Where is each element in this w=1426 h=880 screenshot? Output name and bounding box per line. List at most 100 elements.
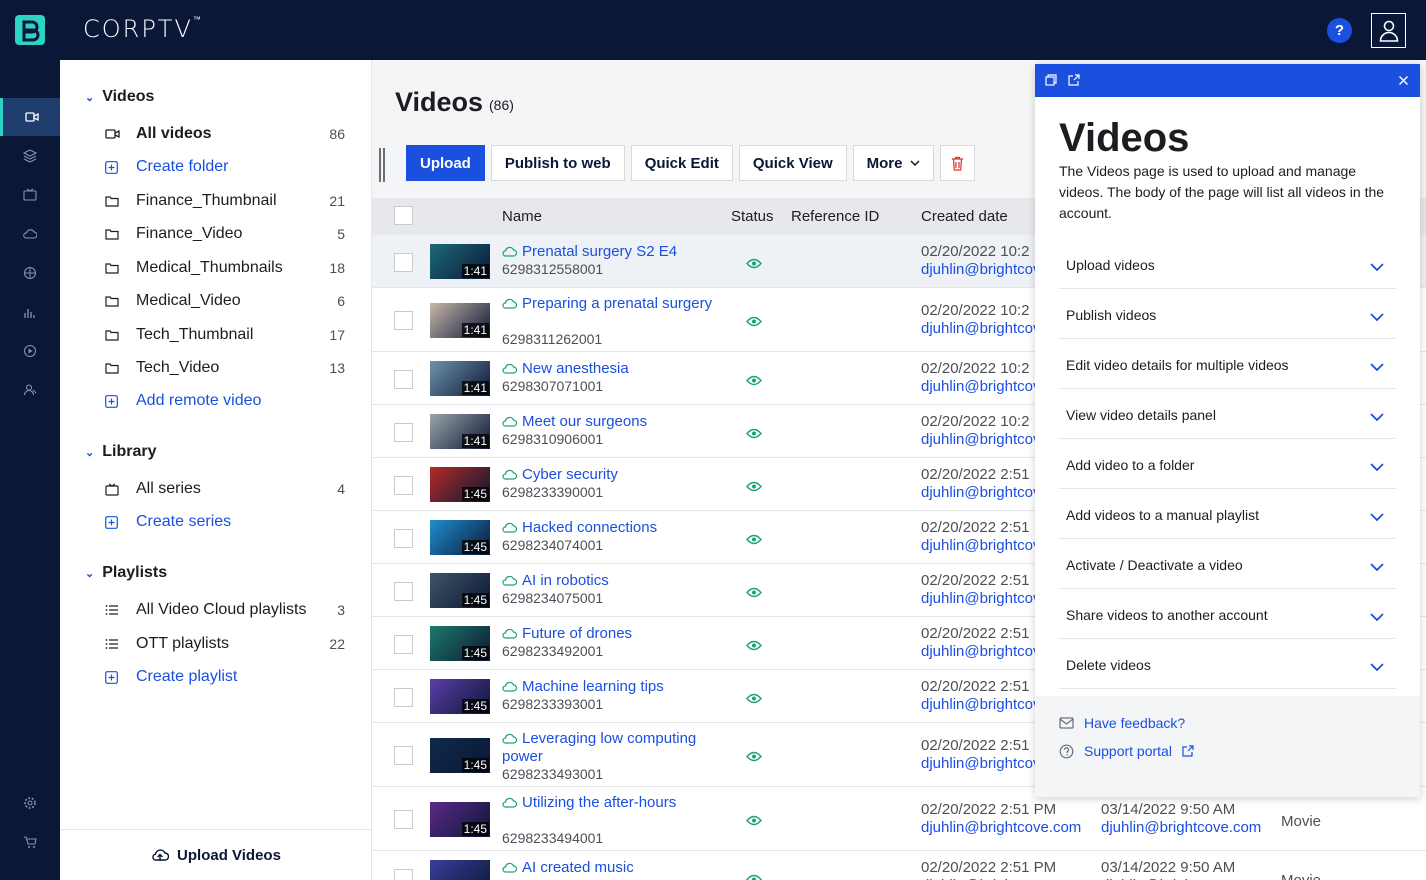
video-title-link[interactable]: Machine learning tips bbox=[502, 678, 717, 696]
more-dropdown[interactable]: More bbox=[852, 145, 935, 181]
create-folder-link[interactable]: Create folder bbox=[105, 155, 345, 179]
created-by-link[interactable]: djuhlin@brightcov bbox=[921, 261, 1040, 279]
video-thumbnail[interactable]: 1:45 bbox=[430, 738, 490, 773]
created-by-link[interactable]: djuhlin@brightcov bbox=[921, 484, 1040, 502]
created-by-link[interactable]: djuhlin@brightcov bbox=[921, 320, 1040, 338]
panel-resize-handle[interactable] bbox=[379, 148, 385, 182]
video-title-link[interactable]: Prenatal surgery S2 E4 bbox=[502, 243, 717, 261]
external-link-icon[interactable] bbox=[1068, 73, 1080, 91]
video-title-link[interactable]: New anesthesia bbox=[502, 360, 717, 378]
column-created-date[interactable]: Created date bbox=[921, 208, 1008, 225]
rail-media-icon[interactable] bbox=[0, 98, 60, 136]
rail-cart-icon[interactable] bbox=[0, 823, 60, 861]
brightcove-logo-icon[interactable] bbox=[0, 0, 60, 60]
video-thumbnail[interactable]: 1:45 bbox=[430, 520, 490, 555]
created-by-link[interactable]: djuhlin@brightcove.com bbox=[921, 819, 1081, 837]
sidebar-folder-finance-video[interactable]: Finance_Video 5 bbox=[105, 222, 345, 246]
window-icon[interactable] bbox=[1045, 73, 1057, 91]
row-checkbox[interactable] bbox=[394, 529, 413, 548]
row-checkbox[interactable] bbox=[394, 476, 413, 495]
video-title-link[interactable]: Leveraging low computing power bbox=[502, 730, 717, 766]
publish-to-web-button[interactable]: Publish to web bbox=[490, 145, 625, 181]
row-checkbox[interactable] bbox=[394, 311, 413, 330]
video-thumbnail[interactable]: 1:45 bbox=[430, 860, 490, 880]
quick-edit-button[interactable]: Quick Edit bbox=[630, 145, 733, 181]
created-by-link[interactable]: djuhlin@brightcov bbox=[921, 696, 1040, 714]
help-section-item[interactable]: View video details panel bbox=[1059, 389, 1396, 439]
row-checkbox[interactable] bbox=[394, 370, 413, 389]
create-playlist-link[interactable]: Create playlist bbox=[105, 665, 345, 689]
video-thumbnail[interactable]: 1:45 bbox=[430, 467, 490, 502]
sidebar-item-all-video-cloud-playlists[interactable]: All Video Cloud playlists 3 bbox=[105, 598, 345, 622]
quick-view-button[interactable]: Quick View bbox=[738, 145, 847, 181]
column-name[interactable]: Name bbox=[502, 208, 542, 225]
row-checkbox[interactable] bbox=[394, 810, 413, 829]
created-by-link[interactable]: djuhlin@brightcov bbox=[921, 431, 1040, 449]
create-series-link[interactable]: Create series bbox=[105, 510, 345, 534]
video-title-link[interactable]: Preparing a prenatal surgery bbox=[502, 295, 717, 313]
sidebar-folder-tech-video[interactable]: Tech_Video 13 bbox=[105, 356, 345, 380]
column-reference-id[interactable]: Reference ID bbox=[791, 208, 879, 225]
delete-button[interactable] bbox=[940, 145, 976, 181]
rail-target-icon[interactable] bbox=[0, 254, 60, 292]
help-button[interactable]: ? bbox=[1327, 18, 1352, 43]
video-thumbnail[interactable]: 1:41 bbox=[430, 414, 490, 449]
video-title-link[interactable]: AI in robotics bbox=[502, 572, 717, 590]
help-section-item[interactable]: Delete videos bbox=[1059, 639, 1396, 689]
row-checkbox[interactable] bbox=[394, 688, 413, 707]
updated-by-link[interactable]: djuhlin@brightcove.com bbox=[1101, 819, 1261, 837]
rail-layers-icon[interactable] bbox=[0, 137, 60, 175]
rail-tv-icon[interactable] bbox=[0, 176, 60, 214]
rail-cloud-icon[interactable] bbox=[0, 215, 60, 253]
row-checkbox[interactable] bbox=[394, 746, 413, 765]
help-section-item[interactable]: Publish videos bbox=[1059, 289, 1396, 339]
video-thumbnail[interactable]: 1:45 bbox=[430, 679, 490, 714]
videos-section-header[interactable]: ⌄ Videos bbox=[85, 88, 154, 106]
select-all-checkbox[interactable] bbox=[394, 206, 413, 225]
sidebar-folder-medical-video[interactable]: Medical_Video 6 bbox=[105, 289, 345, 313]
video-thumbnail[interactable]: 1:45 bbox=[430, 626, 490, 661]
row-checkbox[interactable] bbox=[394, 423, 413, 442]
sidebar-folder-finance-thumbnail[interactable]: Finance_Thumbnail 21 bbox=[105, 189, 345, 213]
feedback-link[interactable]: Have feedback? bbox=[1059, 715, 1185, 731]
sidebar-folder-tech-thumbnail[interactable]: Tech_Thumbnail 17 bbox=[105, 323, 345, 347]
video-title-link[interactable]: Hacked connections bbox=[502, 519, 717, 537]
created-by-link[interactable]: djuhlin@brightcov bbox=[921, 378, 1040, 396]
video-title-link[interactable]: Meet our surgeons bbox=[502, 413, 717, 431]
help-section-item[interactable]: Share videos to another account bbox=[1059, 589, 1396, 639]
video-title-link[interactable]: Future of drones bbox=[502, 625, 717, 643]
sidebar-item-ott-playlists[interactable]: OTT playlists 22 bbox=[105, 632, 345, 656]
sidebar-item-all-series[interactable]: All series 4 bbox=[105, 477, 345, 501]
table-row[interactable]: 1:45AI created music629823416500102/20/2… bbox=[372, 851, 1426, 880]
rail-settings-icon[interactable] bbox=[0, 784, 60, 822]
video-thumbnail[interactable]: 1:45 bbox=[430, 802, 490, 837]
library-section-header[interactable]: ⌄ Library bbox=[85, 443, 156, 461]
video-title-link[interactable]: AI created music bbox=[502, 859, 717, 877]
created-by-link[interactable]: djuhlin@brightcov bbox=[921, 537, 1040, 555]
help-section-item[interactable]: Add video to a folder bbox=[1059, 439, 1396, 489]
help-section-item[interactable]: Edit video details for multiple videos bbox=[1059, 339, 1396, 389]
row-checkbox[interactable] bbox=[394, 253, 413, 272]
help-section-item[interactable]: Add videos to a manual playlist bbox=[1059, 489, 1396, 539]
video-thumbnail[interactable]: 1:41 bbox=[430, 361, 490, 396]
playlists-section-header[interactable]: ⌄ Playlists bbox=[85, 564, 167, 582]
rail-users-icon[interactable] bbox=[0, 371, 60, 409]
row-checkbox[interactable] bbox=[394, 635, 413, 654]
created-by-link[interactable]: djuhlin@brightcov bbox=[921, 590, 1040, 608]
column-status[interactable]: Status bbox=[731, 208, 774, 225]
upload-button[interactable]: Upload bbox=[406, 145, 485, 181]
video-thumbnail[interactable]: 1:41 bbox=[430, 303, 490, 338]
help-section-item[interactable]: Upload videos bbox=[1059, 239, 1396, 289]
row-checkbox[interactable] bbox=[394, 869, 413, 880]
row-checkbox[interactable] bbox=[394, 582, 413, 601]
user-account-button[interactable] bbox=[1371, 13, 1406, 48]
close-icon[interactable] bbox=[1398, 73, 1409, 91]
rail-analytics-icon[interactable] bbox=[0, 293, 60, 331]
created-by-link[interactable]: djuhlin@brightcov bbox=[921, 755, 1040, 773]
created-by-link[interactable]: djuhlin@brightcov bbox=[921, 643, 1040, 661]
add-remote-video-link[interactable]: Add remote video bbox=[105, 389, 345, 413]
sidebar-folder-medical-thumbnails[interactable]: Medical_Thumbnails 18 bbox=[105, 256, 345, 280]
sidebar-item-all-videos[interactable]: All videos 86 bbox=[105, 122, 345, 146]
help-section-item[interactable]: Activate / Deactivate a video bbox=[1059, 539, 1396, 589]
upload-videos-button[interactable]: Upload Videos bbox=[60, 829, 372, 880]
